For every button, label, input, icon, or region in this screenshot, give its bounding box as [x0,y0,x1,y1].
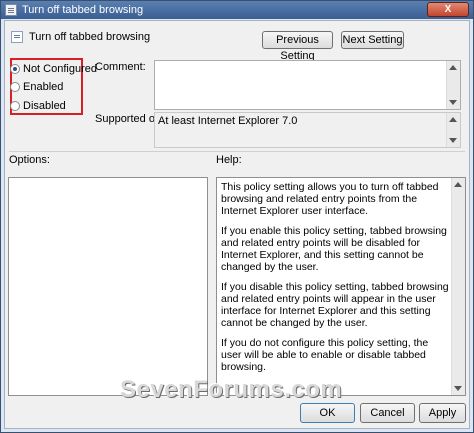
radio-disabled-label: Disabled [23,100,66,112]
radio-enabled-indicator[interactable] [10,82,20,92]
help-paragraph: If you do not configure this policy sett… [221,337,429,373]
cancel-button[interactable]: Cancel [360,403,415,423]
comment-scrollbar[interactable] [446,61,460,109]
policy-setting-window: Turn off tabbed browsing X Turn off tabb… [0,0,474,433]
radio-enabled[interactable]: Enabled [10,80,63,94]
radio-not-configured-label: Not Configured [23,63,97,75]
close-button[interactable]: X [427,2,469,17]
radio-enabled-label: Enabled [23,81,64,93]
comment-label: Comment: [95,61,146,73]
window-title: Turn off tabbed browsing [22,4,144,16]
ok-button[interactable]: OK [300,403,355,423]
section-divider [9,151,465,152]
help-label: Help: [216,154,242,166]
policy-icon [5,4,17,16]
supported-scroll-down-arrow-icon[interactable] [449,138,457,143]
setting-title: Turn off tabbed browsing [29,31,151,43]
help-scroll-up-arrow-icon[interactable] [454,182,462,187]
supported-scroll-up-arrow-icon[interactable] [449,117,457,122]
watermark-logo: SevenForums.com [120,376,343,403]
supported-on-field: At least Internet Explorer 7.0 [154,112,461,148]
radio-disabled[interactable]: Disabled [10,99,66,113]
help-paragraph: This policy setting allows you to turn o… [221,181,439,217]
supported-scrollbar[interactable] [446,113,460,147]
radio-disabled-indicator[interactable] [10,101,20,111]
title-bar[interactable]: Turn off tabbed browsing X [1,1,473,19]
help-scroll-down-arrow-icon[interactable] [454,386,462,391]
help-pane: This policy setting allows you to turn o… [216,177,466,396]
previous-setting-button[interactable]: Previous Setting [262,31,333,62]
dialog-body: Turn off tabbed browsing Previous Settin… [4,20,470,429]
radio-not-configured[interactable]: Not Configured [10,62,97,76]
setting-icon [11,31,23,43]
help-paragraph: If you disable this policy setting, tabb… [221,281,449,329]
supported-on-value: At least Internet Explorer 7.0 [158,115,298,127]
help-scrollbar[interactable] [451,178,465,395]
scroll-down-arrow-icon[interactable] [449,100,457,105]
next-setting-button[interactable]: Next Setting [341,31,404,49]
scroll-up-arrow-icon[interactable] [449,65,457,70]
radio-not-configured-indicator[interactable] [10,64,20,74]
help-paragraph: If you enable this policy setting, tabbe… [221,225,447,273]
options-pane [8,177,208,396]
apply-button[interactable]: Apply [419,403,466,423]
options-label: Options: [9,154,50,166]
comment-field[interactable] [154,60,461,110]
